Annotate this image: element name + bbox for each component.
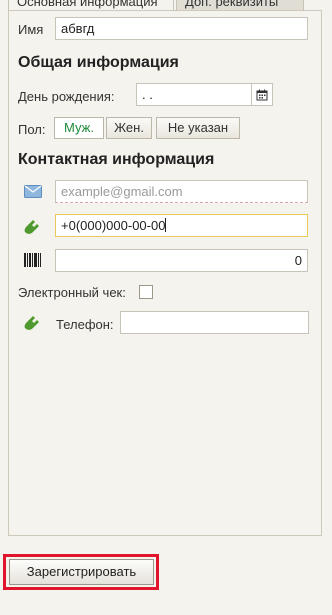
general-info-heading: Общая информация: [18, 54, 179, 71]
tab-main-info[interactable]: Основная информация: [8, 0, 174, 10]
echeck-label: Электронный чек:: [18, 285, 126, 300]
tab-extra-details[interactable]: Доп. реквизиты: [176, 0, 304, 10]
email-icon: [24, 185, 42, 198]
calendar-button[interactable]: [251, 83, 273, 106]
gender-label: Пол:: [18, 122, 46, 137]
gender-male-button[interactable]: Муж.: [54, 117, 104, 139]
phone2-input[interactable]: [120, 311, 309, 334]
email-input[interactable]: example@gmail.com: [55, 180, 308, 203]
text-caret: [165, 218, 167, 232]
echeck-checkbox[interactable]: [139, 285, 153, 299]
birthday-label: День рождения:: [18, 89, 115, 104]
register-button[interactable]: Зарегистрировать: [9, 559, 154, 585]
phone-icon: [24, 316, 39, 330]
gender-unspecified-button[interactable]: Не указан: [156, 117, 240, 139]
phone-value: +0(000)000-00-00: [61, 218, 166, 233]
barcode-input[interactable]: 0: [55, 249, 308, 272]
gender-female-button[interactable]: Жен.: [106, 117, 152, 139]
birthday-input[interactable]: . .: [136, 83, 252, 106]
calendar-icon: [256, 89, 268, 100]
name-label: Имя: [18, 22, 44, 37]
phone-input[interactable]: +0(000)000-00-00: [55, 214, 308, 237]
name-input[interactable]: абвгд: [55, 17, 308, 40]
phone2-label: Телефон:: [56, 317, 114, 332]
contact-info-heading: Контактная информация: [18, 151, 215, 168]
phone-icon: [24, 220, 39, 234]
barcode-icon: [24, 253, 41, 267]
